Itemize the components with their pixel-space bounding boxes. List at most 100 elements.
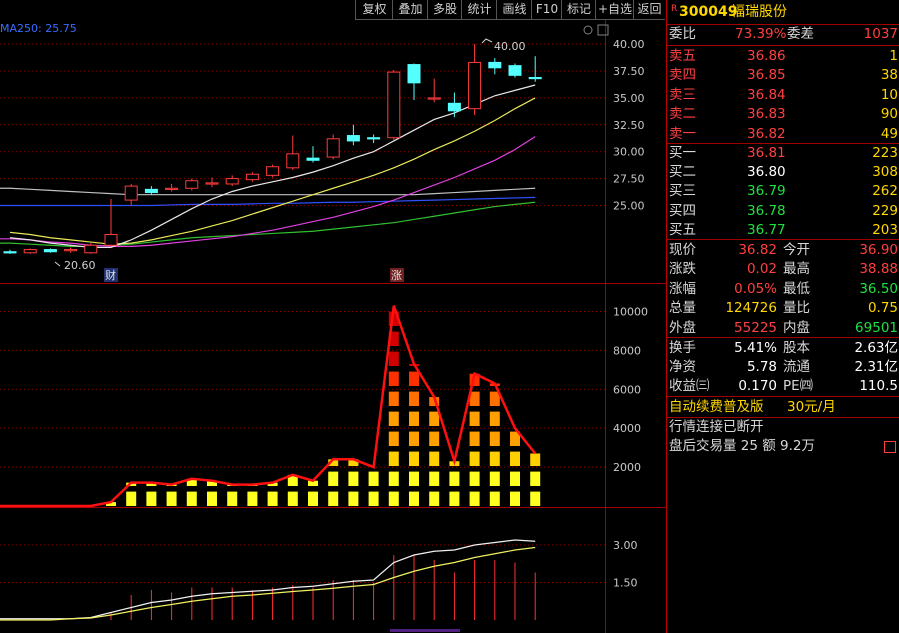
toolbar-button-2[interactable]: 多股 bbox=[427, 0, 462, 20]
buy-label: 买四 bbox=[669, 202, 696, 219]
volume-bar bbox=[166, 491, 177, 506]
volume-bar bbox=[348, 491, 359, 506]
stat-label-2: 今开 bbox=[783, 242, 810, 258]
toolbar-button-0[interactable]: 复权 bbox=[355, 0, 393, 20]
buy-price: 36.81 bbox=[747, 145, 786, 161]
candle-down bbox=[528, 76, 542, 80]
fund-label: 收益㈢ bbox=[669, 378, 710, 395]
close-pane-icon bbox=[597, 24, 609, 36]
toolbar-button-8[interactable]: 返回 bbox=[633, 0, 665, 20]
buy-level-3: 买三 36.79 262 bbox=[667, 182, 899, 201]
bar-chart-icon[interactable] bbox=[884, 441, 896, 453]
stat-label: 总量 bbox=[669, 300, 696, 317]
sell-price: 36.86 bbox=[747, 48, 786, 64]
buy-volume: 229 bbox=[872, 202, 898, 219]
low-arrow bbox=[54, 261, 61, 267]
volume-bar bbox=[247, 491, 258, 506]
candle-down bbox=[488, 61, 502, 69]
promo-row[interactable]: 自动续费普及版 30元/月 bbox=[667, 398, 899, 417]
candle-up bbox=[387, 71, 401, 139]
toolbar-button-3[interactable]: 统计 bbox=[461, 0, 497, 20]
sell-level-3: 卖三 36.84 10 bbox=[667, 86, 899, 105]
volume-bar bbox=[146, 491, 157, 506]
ma250-label: MA250: 25.75 bbox=[0, 22, 77, 35]
stat-value: 36.82 bbox=[738, 242, 777, 258]
sell-volume: 49 bbox=[880, 125, 898, 142]
weibi-value: 73.39% bbox=[735, 26, 787, 42]
volume-bar bbox=[449, 491, 460, 506]
toolbar-button-5[interactable]: F10 bbox=[531, 0, 562, 20]
volume-bar bbox=[429, 431, 440, 446]
volume-bar bbox=[510, 491, 520, 506]
sell-label: 卖三 bbox=[669, 86, 696, 103]
high-price-label: 40.00 bbox=[494, 40, 526, 53]
candle-down bbox=[306, 157, 320, 161]
buy-volume: 262 bbox=[872, 183, 898, 200]
sell-level-4: 卖四 36.85 38 bbox=[667, 66, 899, 85]
candle-up bbox=[286, 153, 300, 169]
stat-value: 55225 bbox=[734, 319, 777, 336]
volume-tick-label: 10000 bbox=[613, 305, 648, 318]
candle-down bbox=[367, 137, 381, 140]
volume-bar bbox=[328, 471, 339, 486]
buy-price: 36.78 bbox=[747, 202, 786, 219]
stat-value-2: 38.88 bbox=[859, 261, 898, 278]
sell-label: 卖二 bbox=[669, 106, 696, 123]
candle-up bbox=[245, 173, 259, 181]
fund-value: 5.41% bbox=[734, 340, 777, 356]
promo-text[interactable]: 自动续费普及版 bbox=[669, 398, 764, 417]
options-icon bbox=[583, 25, 593, 35]
stock-chart[interactable]: 40.00 37.50 35.00 32.50 30.00 27.50 25.00 MA250… bbox=[0, 20, 666, 633]
stat-row-0: 现价 36.82 今开 36.90 bbox=[667, 241, 899, 260]
weicha-label: 委差 bbox=[787, 26, 814, 42]
volume-bar bbox=[469, 491, 480, 506]
fund-label-2: 股本 bbox=[783, 340, 810, 356]
fund-value-2: 2.63亿 bbox=[854, 340, 898, 356]
candle-up bbox=[468, 61, 482, 110]
volume-bar bbox=[308, 491, 318, 506]
toolbar-button-1[interactable]: 叠加 bbox=[392, 0, 428, 20]
buy-level-2: 买二 36.80 308 bbox=[667, 163, 899, 182]
sell-level-5: 卖五 36.86 1 bbox=[667, 47, 899, 66]
candle-up bbox=[326, 138, 340, 158]
sell-volume: 90 bbox=[880, 106, 898, 123]
volume-bar bbox=[409, 431, 419, 446]
weibi-row: 委比 73.39% 委差 1037 bbox=[667, 25, 899, 44]
sell-level-1: 卖一 36.82 49 bbox=[667, 125, 899, 144]
toolbar-button-4[interactable]: 画线 bbox=[496, 0, 532, 20]
stat-label-2: 内盘 bbox=[783, 319, 810, 336]
candle-up bbox=[104, 234, 118, 246]
candle-down bbox=[407, 64, 421, 84]
price-tick-label: 37.50 bbox=[613, 65, 645, 78]
stat-label: 现价 bbox=[669, 242, 696, 258]
indicator-tick-label: 1.50 bbox=[613, 577, 638, 590]
buy-price: 36.79 bbox=[747, 183, 786, 200]
sell-volume: 38 bbox=[880, 67, 898, 84]
candle-up bbox=[205, 182, 219, 185]
fundamental-row-1: 净资 5.78 流通 2.31亿 bbox=[667, 358, 899, 377]
volume-bar bbox=[449, 471, 460, 486]
fund-value: 5.78 bbox=[746, 359, 777, 376]
volume-bar bbox=[489, 491, 500, 506]
buy-level-5: 买五 36.77 203 bbox=[667, 221, 899, 240]
stat-label-2: 量比 bbox=[783, 300, 810, 317]
volume-bar bbox=[469, 431, 480, 446]
candle-up bbox=[64, 249, 78, 252]
toolbar-button-6[interactable]: 标记 bbox=[561, 0, 596, 20]
stat-row-4: 外盘 55225 内盘 69501 bbox=[667, 319, 899, 338]
sell-label: 卖五 bbox=[669, 48, 696, 64]
volume-bar bbox=[388, 371, 399, 386]
pane-separator-1 bbox=[0, 283, 666, 284]
stat-label: 涨跌 bbox=[669, 261, 696, 278]
stock-header: R 300049 福瑞股份 bbox=[667, 3, 899, 23]
candle-down bbox=[43, 249, 57, 253]
fund-label: 换手 bbox=[669, 340, 696, 356]
price-tick-label: 30.00 bbox=[613, 146, 645, 159]
volume-bar bbox=[186, 491, 197, 506]
toolbar-button-7[interactable]: +自选 bbox=[595, 0, 634, 20]
promo-price[interactable]: 30元/月 bbox=[787, 398, 836, 417]
after-hours-row: 盘后交易量 25 额 9.2万 bbox=[667, 437, 899, 456]
volume-bar bbox=[388, 391, 399, 406]
candle-up bbox=[225, 178, 239, 185]
buy-label: 买二 bbox=[669, 164, 696, 181]
